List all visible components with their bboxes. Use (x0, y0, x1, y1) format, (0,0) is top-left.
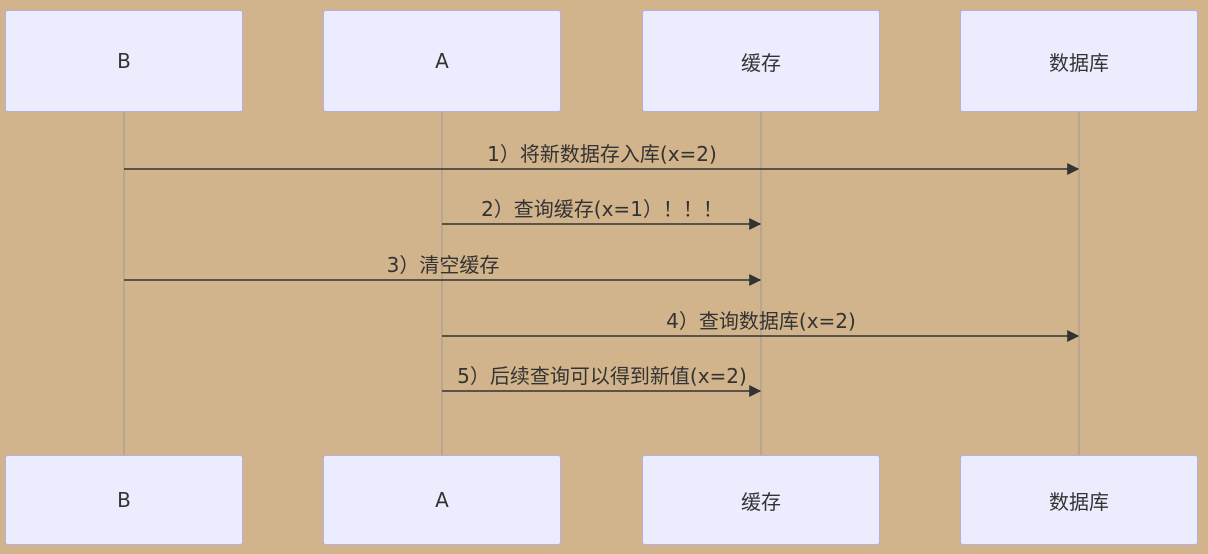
participant-label: B (117, 488, 131, 512)
participant-b-bottom: B (5, 455, 243, 545)
participant-label: A (435, 49, 449, 73)
message-label-5: 5）后续查询可以得到新值(x=2) (457, 364, 747, 388)
participant-a-bottom: A (323, 455, 561, 545)
message-label-2: 2）查询缓存(x=1）！！！ (481, 197, 723, 221)
participant-label: B (117, 49, 131, 73)
participant-label: A (435, 488, 449, 512)
participant-cache-bottom: 缓存 (642, 455, 880, 545)
participant-b-top: B (5, 10, 243, 112)
message-label-1: 1）将新数据存入库(x=2) (487, 142, 717, 166)
message-label-3: 3）清空缓存 (386, 253, 500, 277)
participant-db-top: 数据库 (960, 10, 1198, 112)
participant-a-top: A (323, 10, 561, 112)
participant-label: 缓存 (741, 50, 781, 75)
participant-label: 数据库 (1049, 50, 1109, 75)
participant-cache-top: 缓存 (642, 10, 880, 112)
message-label-4: 4）查询数据库(x=2) (666, 309, 856, 333)
participant-label: 数据库 (1049, 489, 1109, 514)
participant-label: 缓存 (741, 489, 781, 514)
participant-db-bottom: 数据库 (960, 455, 1198, 545)
